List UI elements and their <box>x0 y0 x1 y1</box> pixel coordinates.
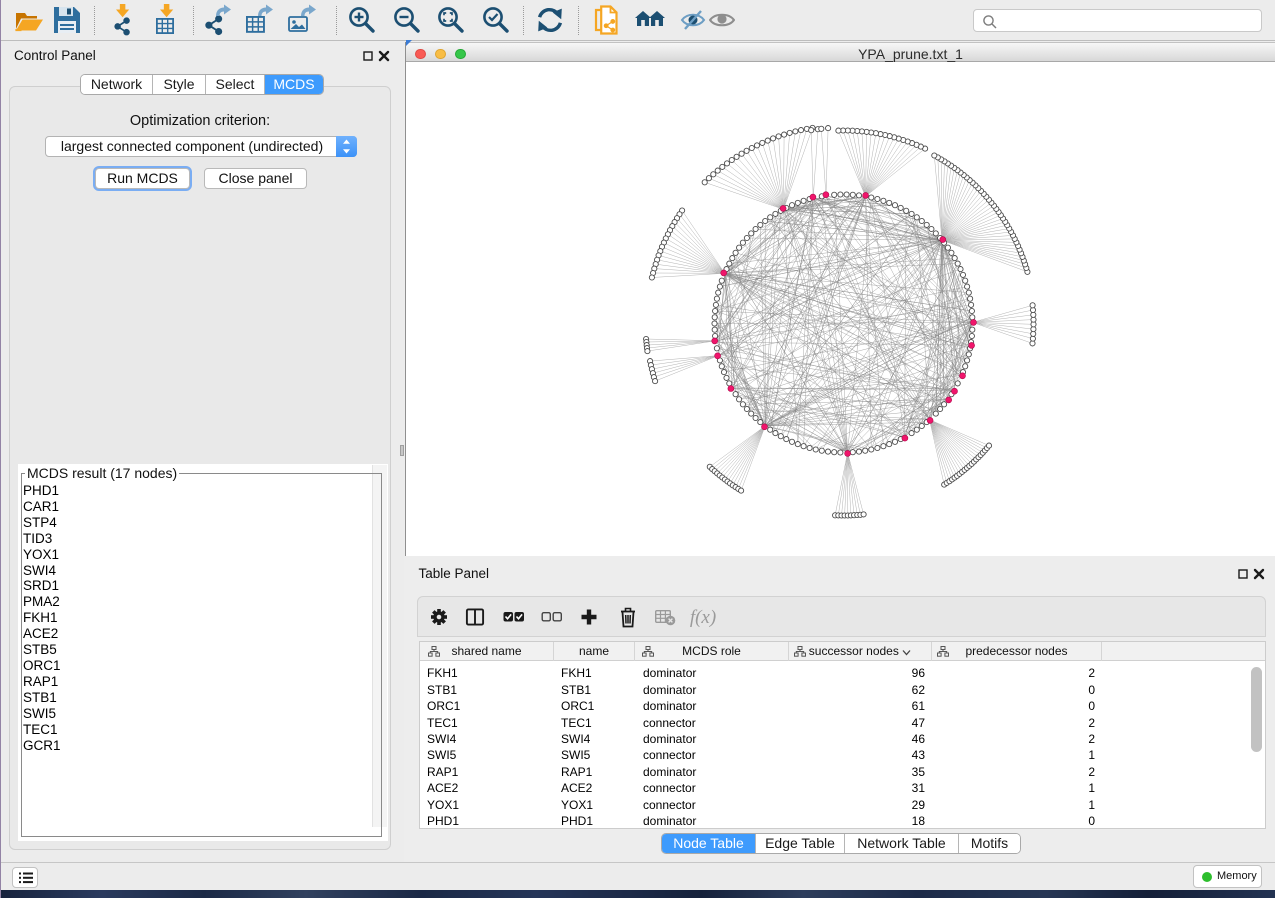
svg-text:f(x): f(x) <box>690 607 716 628</box>
